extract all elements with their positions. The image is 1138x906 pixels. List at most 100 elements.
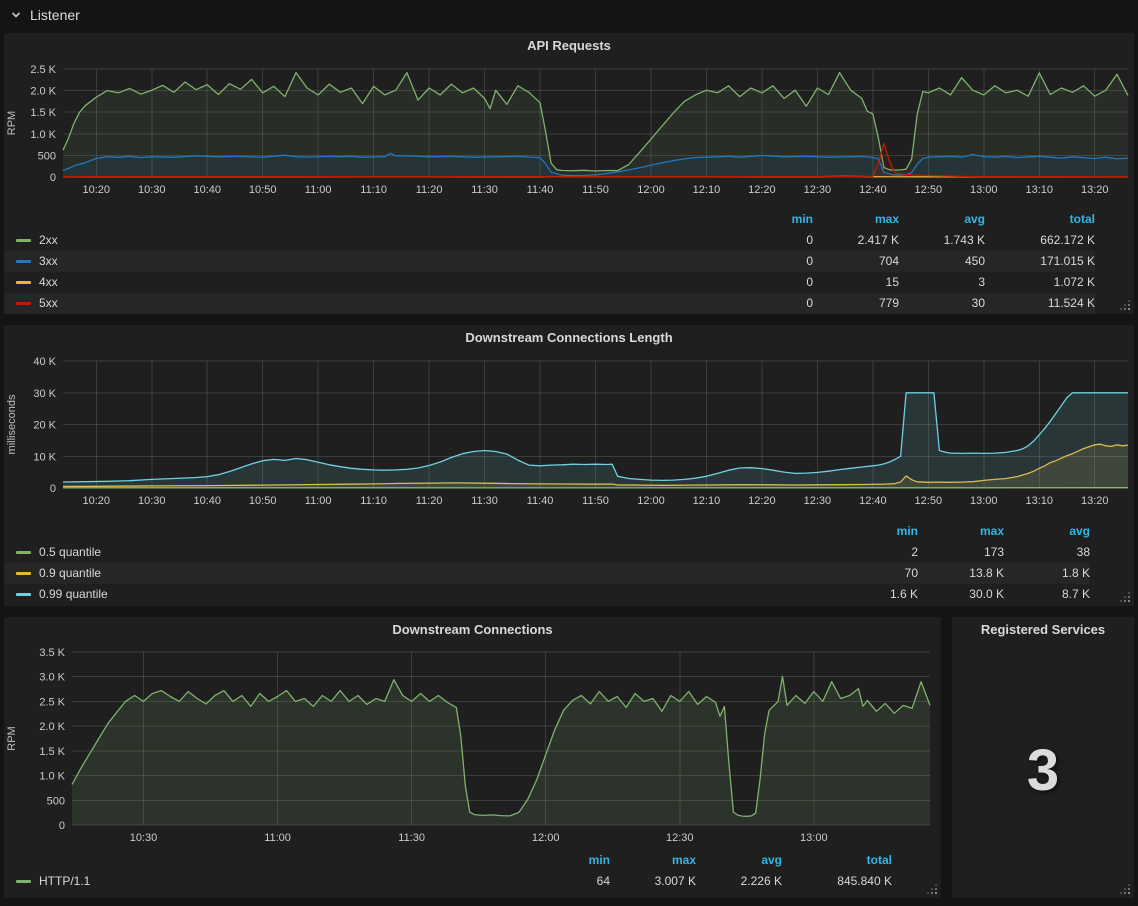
legend-col-min[interactable]: min <box>832 521 918 542</box>
row-header-listener[interactable]: Listener <box>0 0 1138 30</box>
svg-text:3.5 K: 3.5 K <box>39 647 65 659</box>
svg-text:11:50: 11:50 <box>582 495 609 507</box>
legend-value-max: 704 <box>813 251 899 272</box>
legend-col-avg[interactable]: avg <box>696 850 782 871</box>
svg-text:13:00: 13:00 <box>800 832 828 844</box>
legend-series-toggle[interactable]: 3xx <box>4 251 727 272</box>
row-title: Listener <box>30 7 80 23</box>
legend-value-min: 0 <box>727 293 813 314</box>
legend-value-max: 2.417 K <box>813 230 899 251</box>
legend-value-max: 13.8 K <box>918 563 1004 584</box>
svg-text:11:20: 11:20 <box>416 495 443 507</box>
panel-title[interactable]: Downstream Connections Length <box>4 325 1134 351</box>
legend-col-min[interactable]: min <box>524 850 610 871</box>
svg-text:milliseconds: milliseconds <box>6 394 18 454</box>
svg-text:0: 0 <box>59 820 65 832</box>
legend-col-max[interactable]: max <box>918 521 1004 542</box>
svg-text:1.0 K: 1.0 K <box>39 771 65 783</box>
svg-text:10:30: 10:30 <box>138 184 166 196</box>
svg-text:10:20: 10:20 <box>83 184 111 196</box>
svg-text:2.5 K: 2.5 K <box>30 64 56 76</box>
svg-text:0: 0 <box>50 483 56 495</box>
panel-resize-handle[interactable] <box>927 884 937 894</box>
legend-series-row: 3xx0704450171.015 K <box>4 251 1095 272</box>
legend-header-row: minmaxavgtotal <box>4 209 1095 230</box>
svg-text:12:20: 12:20 <box>748 184 776 196</box>
svg-text:13:20: 13:20 <box>1081 184 1109 196</box>
svg-text:12:00: 12:00 <box>637 495 665 507</box>
legend-series-row: 5xx07793011.524 K <box>4 293 1095 314</box>
svg-text:1.5 K: 1.5 K <box>30 107 56 119</box>
legend-value-avg: 1.743 K <box>899 230 985 251</box>
svg-text:12:10: 12:10 <box>693 184 721 196</box>
downstream-connections-length-legend: minmaxavg0.5 quantile2173380.9 quantile7… <box>4 521 1134 605</box>
api-requests-graph[interactable]: 10:2010:3010:4010:5011:0011:1011:2011:30… <box>4 59 1134 209</box>
svg-text:1.0 K: 1.0 K <box>30 129 56 141</box>
legend-series-row: 0.5 quantile217338 <box>4 542 1090 563</box>
legend-col-max[interactable]: max <box>813 209 899 230</box>
svg-text:11:20: 11:20 <box>416 184 443 196</box>
legend-col-avg[interactable]: avg <box>899 209 985 230</box>
legend-series-row: 4xx01531.072 K <box>4 272 1095 293</box>
chevron-down-icon[interactable] <box>10 9 22 21</box>
svg-text:11:00: 11:00 <box>305 184 332 196</box>
svg-text:11:40: 11:40 <box>527 184 554 196</box>
panel-resize-handle[interactable] <box>1120 300 1130 310</box>
svg-text:RPM: RPM <box>6 726 18 750</box>
svg-text:13:10: 13:10 <box>1025 495 1053 507</box>
panel-title[interactable]: Downstream Connections <box>4 617 941 643</box>
legend-series-toggle[interactable]: HTTP/1.1 <box>4 871 524 892</box>
legend-series-toggle[interactable]: 5xx <box>4 293 727 314</box>
svg-text:30 K: 30 K <box>33 388 56 400</box>
legend-value-min: 0 <box>727 251 813 272</box>
legend-value-avg: 8.7 K <box>1004 584 1090 605</box>
legend-value-max: 173 <box>918 542 1004 563</box>
legend-value-avg: 3 <box>899 272 985 293</box>
legend-col-total[interactable]: total <box>985 209 1095 230</box>
panel-resize-handle[interactable] <box>1120 884 1130 894</box>
legend-value-min: 1.6 K <box>832 584 918 605</box>
svg-text:13:20: 13:20 <box>1081 495 1109 507</box>
legend-series-label: 0.9 quantile <box>39 563 101 584</box>
svg-text:2.0 K: 2.0 K <box>30 86 56 98</box>
legend-col-max[interactable]: max <box>610 850 696 871</box>
legend-series-toggle[interactable]: 2xx <box>4 230 727 251</box>
panel-title[interactable]: API Requests <box>4 33 1134 59</box>
legend-value-min: 0 <box>727 272 813 293</box>
downstream-connections-length-graph[interactable]: 10:2010:3010:4010:5011:0011:1011:2011:30… <box>4 351 1134 521</box>
svg-text:10:50: 10:50 <box>249 184 277 196</box>
svg-text:11:40: 11:40 <box>527 495 554 507</box>
legend-series-row: 0.9 quantile7013.8 K1.8 K <box>4 563 1090 584</box>
series-color-swatch <box>16 302 31 305</box>
legend-col-avg[interactable]: avg <box>1004 521 1090 542</box>
svg-text:3.0 K: 3.0 K <box>39 672 65 684</box>
series-color-swatch <box>16 572 31 575</box>
panel-resize-handle[interactable] <box>1120 592 1130 602</box>
legend-series-toggle[interactable]: 0.99 quantile <box>4 584 832 605</box>
svg-text:12:30: 12:30 <box>804 184 832 196</box>
legend-series-row: HTTP/1.1643.007 K2.226 K845.840 K <box>4 871 892 892</box>
svg-text:10:40: 10:40 <box>193 495 221 507</box>
legend-series-label: 2xx <box>39 230 58 251</box>
svg-text:12:10: 12:10 <box>693 495 721 507</box>
svg-text:500: 500 <box>38 150 56 162</box>
legend-series-toggle[interactable]: 0.5 quantile <box>4 542 832 563</box>
series-color-swatch <box>16 880 31 883</box>
legend-value-avg: 450 <box>899 251 985 272</box>
legend-series-toggle[interactable]: 4xx <box>4 272 727 293</box>
svg-text:12:30: 12:30 <box>804 495 832 507</box>
legend-value-min: 2 <box>832 542 918 563</box>
downstream-connections-graph[interactable]: 10:3011:0011:3012:0012:3013:003.5 K3.0 K… <box>4 643 941 848</box>
svg-text:11:10: 11:10 <box>360 184 387 196</box>
svg-text:11:30: 11:30 <box>471 184 498 196</box>
svg-text:10 K: 10 K <box>33 451 56 463</box>
svg-text:12:50: 12:50 <box>915 495 943 507</box>
legend-col-total[interactable]: total <box>782 850 892 871</box>
svg-text:12:20: 12:20 <box>748 495 776 507</box>
svg-text:10:30: 10:30 <box>130 832 158 844</box>
legend-series-toggle[interactable]: 0.9 quantile <box>4 563 832 584</box>
legend-col-min[interactable]: min <box>727 209 813 230</box>
legend-value-total: 11.524 K <box>985 293 1095 314</box>
panel-title[interactable]: Registered Services <box>952 617 1134 643</box>
svg-text:13:00: 13:00 <box>970 495 998 507</box>
